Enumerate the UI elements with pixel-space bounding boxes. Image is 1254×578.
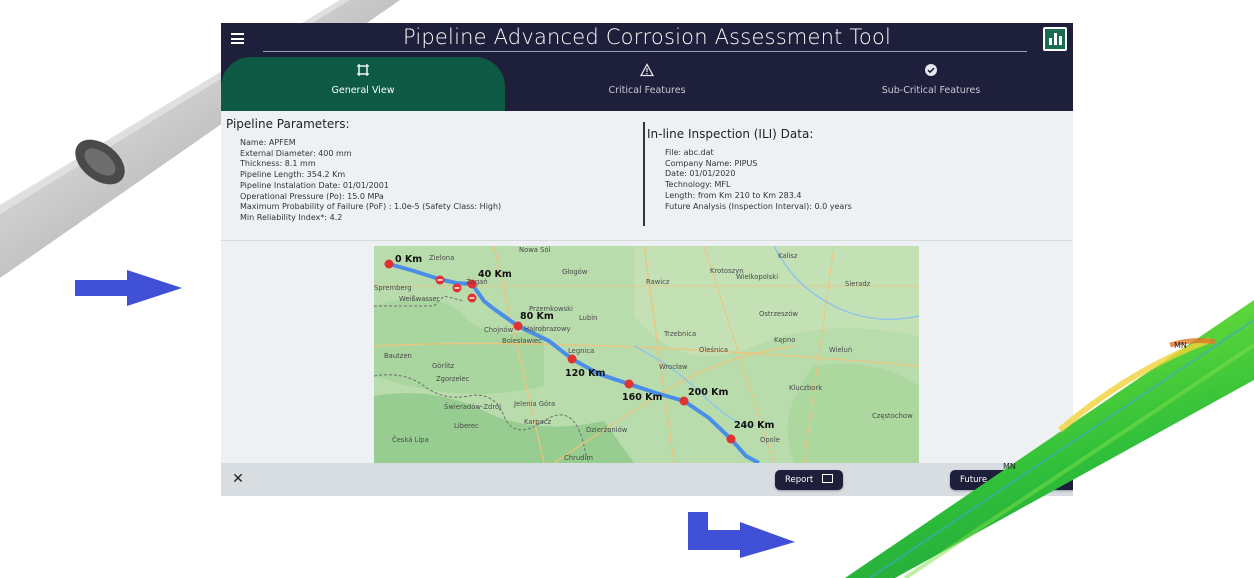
city-label: Opole — [760, 436, 780, 444]
city-label: Kępno — [774, 336, 795, 344]
city-label: Wielkopolski — [736, 273, 778, 281]
city-label: Wrocław — [659, 363, 688, 371]
city-label: Weißwasser — [399, 295, 440, 303]
city-label: Karpacz — [524, 418, 552, 426]
city-label: Jelenia Góra — [513, 400, 555, 408]
city-label: Rawicz — [646, 278, 670, 286]
city-label: Dzierżoniów — [586, 426, 628, 434]
ili-line: Technology: MFL — [665, 180, 731, 190]
ili-data-list: File: abc.dat Company Name: PIPUS Date: … — [665, 148, 852, 212]
mn-label: MN — [1174, 341, 1187, 350]
ili-data-heading: In-line Inspection (ILI) Data: — [647, 127, 814, 141]
map-canvas: 0 Km 40 Km 80 Km 120 Km 160 Km 200 Km 24… — [374, 246, 919, 463]
bar-chart-icon[interactable] — [1043, 27, 1067, 51]
pipeline-parameters: Pipeline Parameters: Name: APFEM Externa… — [226, 117, 501, 224]
column-divider — [643, 122, 645, 226]
city-label: Česká Lípa — [392, 435, 429, 444]
future-button[interactable]: Future — [950, 470, 1073, 490]
km-label: 240 Km — [734, 420, 774, 431]
grid-box-icon — [357, 64, 369, 76]
city-label: Sieradz — [845, 280, 871, 288]
right-arrow-icon — [75, 270, 182, 306]
bend-arrow-icon — [688, 512, 795, 558]
tab-bar: General View Critical Features Sub-Criti… — [221, 57, 1073, 111]
bottom-bar: ✕ Report Future — [221, 463, 1073, 496]
city-label: Spremberg — [374, 284, 412, 292]
city-label: Trzebnica — [663, 330, 696, 338]
km-marker-dot — [567, 354, 577, 364]
km-marker-dot — [384, 259, 394, 269]
city-label: Bautzen — [384, 352, 412, 360]
report-button[interactable]: Report — [775, 470, 843, 490]
km-label: 160 Km — [622, 392, 662, 403]
ili-line: Date: 01/01/2020 — [665, 169, 736, 179]
city-label: Żagań — [466, 277, 488, 286]
parameter-line: Min Reliability Index*: 4.2 — [240, 212, 343, 222]
km-marker-dot — [624, 379, 634, 389]
city-label: Chojnów — [484, 326, 514, 334]
tab-general-view[interactable]: General View — [221, 57, 505, 111]
city-label: Kluczbork — [789, 384, 822, 392]
km-label: 200 Km — [688, 387, 728, 398]
city-label: Legnica — [568, 347, 594, 355]
city-label: Zielona — [429, 254, 454, 262]
report-icon — [821, 474, 833, 483]
tab-sub-critical-features[interactable]: Sub-Critical Features — [789, 57, 1073, 111]
city-label: Przemkowski — [529, 305, 573, 313]
tab-label: General View — [331, 85, 395, 96]
parameter-line: Name: APFEM — [240, 138, 296, 147]
stage: Pipeline Advanced Corrosion Assessment T… — [0, 0, 1254, 578]
tab-label: Critical Features — [608, 85, 686, 96]
title-underline — [263, 51, 1027, 52]
parameters-panel: Pipeline Parameters: Name: APFEM Externa… — [221, 111, 1073, 241]
city-label: Chrudim — [564, 454, 593, 462]
report-button-label: Report — [785, 475, 814, 485]
ili-line: Future Analysis (Inspection Interval): 0… — [665, 201, 852, 211]
title-bar: Pipeline Advanced Corrosion Assessment T… — [221, 23, 1073, 57]
city-label: Bolesławiec — [502, 337, 542, 345]
parameter-line: Maximum Probability of Failure (PoF) : 1… — [240, 202, 502, 212]
pipeline-parameters-heading: Pipeline Parameters: — [226, 117, 350, 131]
ili-line: File: abc.dat — [665, 148, 714, 157]
pipeline-route-map[interactable]: 0 Km 40 Km 80 Km 120 Km 160 Km 200 Km 24… — [374, 246, 919, 463]
city-label: Ostrzeszów — [759, 310, 798, 318]
city-label: Nowa Sól — [519, 246, 551, 254]
warning-triangle-icon — [640, 63, 654, 77]
city-label: Zgorzelec — [436, 375, 470, 383]
city-label: Hajrobrazowy — [524, 325, 571, 333]
pipeline-parameters-list: Name: APFEM External Diameter: 400 mm Th… — [240, 138, 501, 224]
city-label: Świeradów-Zdrój — [444, 402, 501, 411]
city-label: Lubin — [579, 314, 598, 322]
city-label: Görlitz — [432, 362, 455, 370]
ili-line: Company Name: PIPUS — [665, 158, 758, 168]
city-label: Częstochow — [872, 412, 913, 420]
city-label: Wieluń — [829, 346, 852, 354]
km-label: 0 Km — [395, 254, 422, 265]
parameter-line: External Diameter: 400 mm — [240, 148, 352, 158]
km-marker-dot — [726, 434, 736, 444]
city-label: Oleśnica — [699, 346, 728, 354]
parameter-line: Operational Pressure (Po): 15.0 MPa — [240, 191, 384, 201]
ili-line: Length: from Km 210 to Km 283.4 — [665, 190, 802, 200]
parameter-line: Thickness: 8.1 mm — [240, 159, 316, 169]
future-button-label: Future — [960, 475, 988, 485]
check-circle-icon — [925, 64, 937, 76]
corrosion-patch — [75, 139, 125, 185]
km-label: 120 Km — [565, 368, 605, 379]
tab-label: Sub-Critical Features — [881, 85, 981, 96]
city-label: Liberec — [454, 422, 479, 430]
city-label: Kalisz — [778, 252, 798, 260]
tab-critical-features[interactable]: Critical Features — [505, 57, 789, 111]
parameter-line: Pipeline Instalation Date: 01/01/2001 — [240, 180, 389, 190]
ili-data: In-line Inspection (ILI) Data: File: abc… — [647, 127, 852, 212]
parameter-line: Pipeline Length: 354.2 Km — [240, 170, 346, 180]
close-icon[interactable]: ✕ — [231, 472, 245, 486]
app-title: Pipeline Advanced Corrosion Assessment T… — [402, 25, 892, 49]
km-marker-dot — [513, 321, 523, 331]
city-label: Głogów — [562, 268, 588, 276]
app-window: Pipeline Advanced Corrosion Assessment T… — [221, 23, 1073, 496]
